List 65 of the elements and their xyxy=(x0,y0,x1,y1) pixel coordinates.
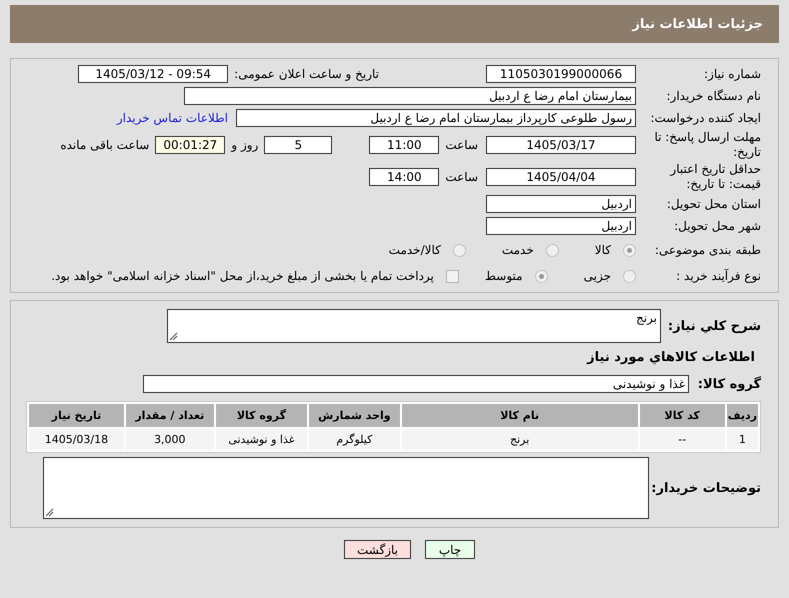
deadline-time-field: 11:00 xyxy=(369,136,440,154)
field-label: تاریخ و ساعت اعلان عمومی: xyxy=(234,67,379,81)
radio-label: کالا/خدمت xyxy=(388,243,441,257)
announce-date-field: 1405/03/12 - 09:54 xyxy=(78,65,228,83)
field-label: نام دستگاه خریدار: xyxy=(666,88,761,104)
field-label: مهلت ارسال پاسخ: تا تاریخ: xyxy=(653,130,761,160)
table-cell: 1405/03/18 xyxy=(29,429,124,450)
validity-time-field: 14:00 xyxy=(369,168,440,186)
field-label: استان محل تحویل: xyxy=(666,196,761,212)
goods-group-field: غذا و نوشیدنی xyxy=(143,375,689,393)
resize-grip-icon xyxy=(169,332,178,341)
days-label: روز و xyxy=(231,138,258,152)
radio-button[interactable] xyxy=(534,270,548,282)
province-field: اردبیل xyxy=(486,195,636,213)
radio-button[interactable] xyxy=(546,244,559,256)
need-number-field: 1105030199000066 xyxy=(486,65,636,83)
column-header: تعداد / مقدار xyxy=(126,404,214,427)
field-label: شرح کلي نياز: xyxy=(666,318,761,334)
table-cell: غذا و نوشیدنی xyxy=(216,429,308,450)
radio-label: کالا xyxy=(594,243,611,257)
field-label: توضیحات خریدار: xyxy=(650,480,761,496)
radio-button[interactable] xyxy=(452,244,466,256)
creator-field: رسول طلوعی کارپرداز بیمارستان امام رضا ع اردبیل xyxy=(236,109,636,127)
column-header: واحد شمارش xyxy=(309,404,400,427)
remaining-time-field: 00:01:27 xyxy=(155,136,226,154)
deadline-date-field: 1405/03/17 xyxy=(486,136,636,154)
table-cell: برنج xyxy=(402,429,638,450)
column-header: کد کالا xyxy=(640,404,725,427)
radio-button[interactable] xyxy=(623,270,636,282)
page-header: جزئیات اطلاعات نیاز xyxy=(10,5,779,43)
column-header: ردیف xyxy=(726,404,758,427)
print-button[interactable]: چاپ xyxy=(425,540,475,559)
column-header: تاریخ نیاز xyxy=(29,404,124,427)
radio-label: خدمت xyxy=(502,243,534,257)
field-label: طبقه بندی موضوعی: xyxy=(654,242,761,258)
field-label: ایجاد کننده درخواست: xyxy=(649,110,761,126)
back-button[interactable]: بازگشت xyxy=(344,540,411,559)
radio-button[interactable] xyxy=(623,244,636,256)
field-label: شماره نیاز: xyxy=(703,66,761,82)
buyer-contact-link[interactable]: اطلاعات تماس خریدار xyxy=(116,111,228,125)
radio-label: جزیی xyxy=(584,269,611,283)
column-header: نام کالا xyxy=(402,404,638,427)
table-cell: 3,000 xyxy=(126,429,214,450)
section-heading: اطلاعات کالاهاي مورد نياز xyxy=(587,350,755,364)
checkbox-label: پرداخت تمام یا بخشی از مبلغ خرید،از محل "اسناد خزانه اسلامی" خواهد بود. xyxy=(51,269,434,283)
days-field: 5 xyxy=(264,136,332,154)
field-label: نوع فرآیند خرید : xyxy=(675,268,761,284)
remaining-label: ساعت باقی مانده xyxy=(60,138,150,152)
checkbox[interactable] xyxy=(446,270,459,282)
resize-grip-icon xyxy=(45,508,54,517)
validity-date-field: 1405/04/04 xyxy=(486,168,636,186)
field-label: شهر محل تحویل: xyxy=(673,218,761,234)
time-label: ساعت xyxy=(445,138,478,152)
city-field: اردبیل xyxy=(486,217,636,235)
column-header: گروه کالا xyxy=(216,404,308,427)
field-label: حداقل تاریخ اعتبار قیمت: تا تاریخ: xyxy=(668,162,761,192)
buyer-notes-textarea[interactable] xyxy=(43,457,649,519)
field-label: گروه کالا: xyxy=(696,376,761,392)
description-textarea[interactable]: برنج xyxy=(167,309,661,343)
radio-label: متوسط xyxy=(484,269,523,283)
table-cell: -- xyxy=(640,429,725,450)
buyer-org-field: بیمارستان امام رضا ع اردبیل xyxy=(184,87,636,105)
table-cell: کیلوگرم xyxy=(309,429,400,450)
table-cell: 1 xyxy=(726,429,758,450)
time-label: ساعت xyxy=(445,170,478,184)
